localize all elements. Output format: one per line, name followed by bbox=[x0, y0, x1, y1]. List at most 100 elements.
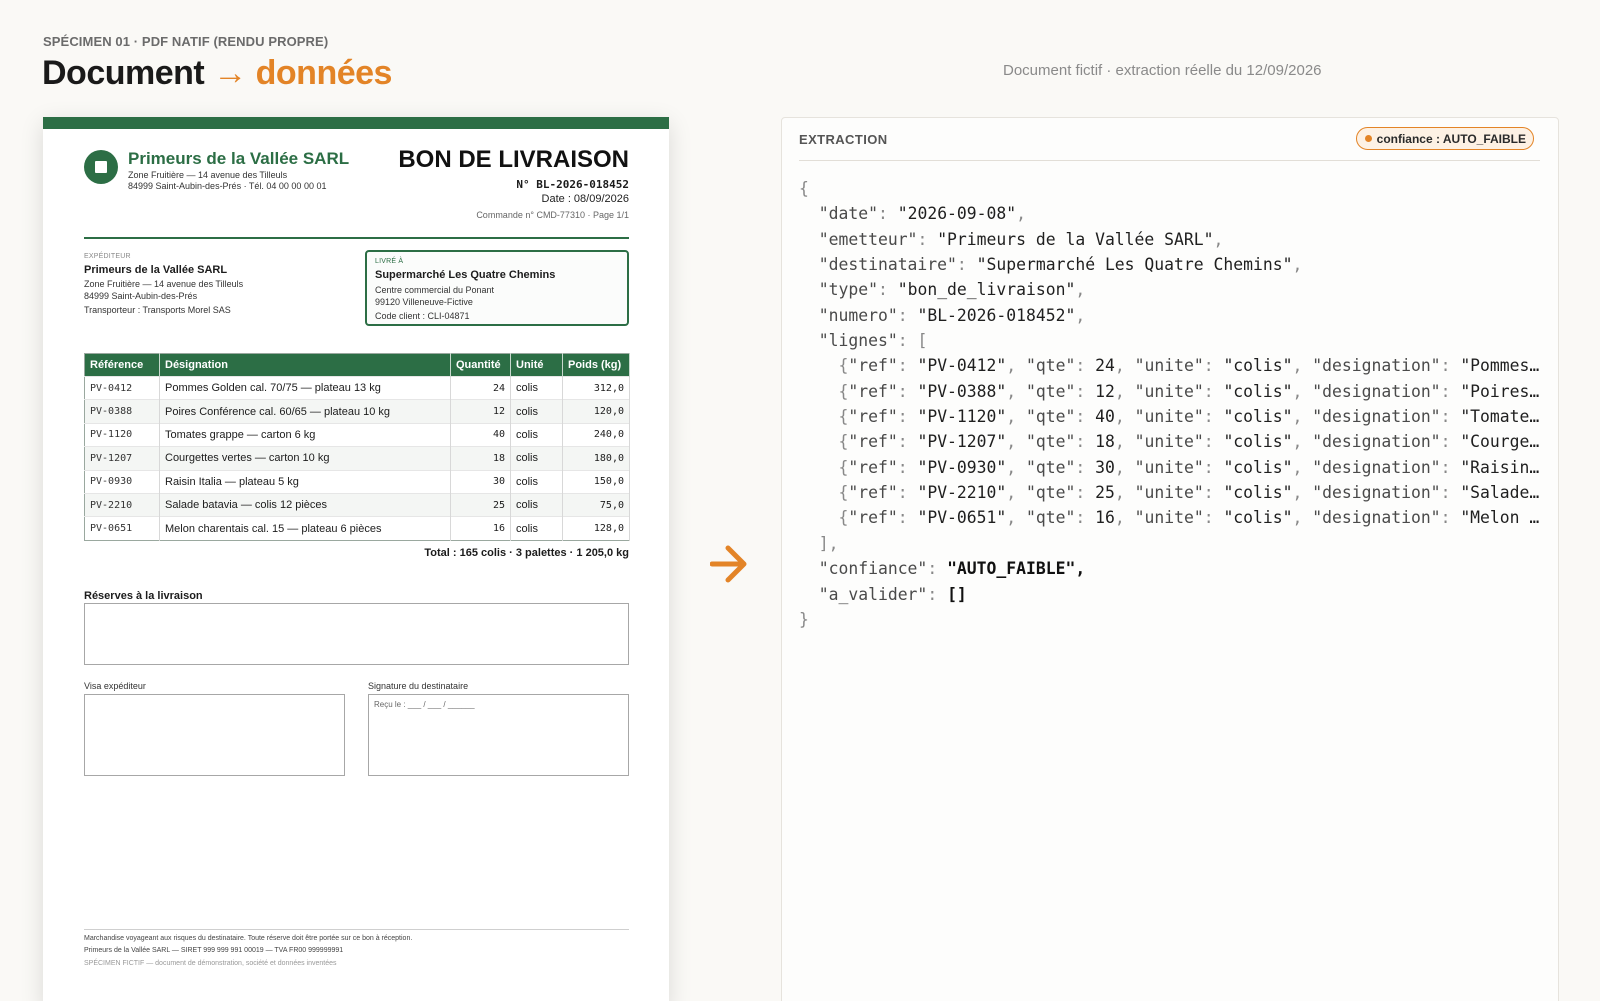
cell-designation: Salade batavia — colis 12 pièces bbox=[159, 492, 451, 517]
sender-visa-label: Visa expéditeur bbox=[84, 681, 146, 691]
page-note: Document fictif · extraction réelle du 1… bbox=[1003, 62, 1322, 79]
recipient-label: LIVRÉ À bbox=[375, 258, 404, 265]
table-row: PV-0388 Poires Conférence cal. 60/65 — p… bbox=[84, 399, 630, 424]
carrier-info: Transporteur : Transports Morel SAS bbox=[84, 305, 231, 315]
cell-unit: colis bbox=[510, 446, 563, 471]
column-header: Désignation bbox=[159, 353, 451, 377]
code-line-item: {"ref": "PV-2210", "qte": 25, "unite": "… bbox=[838, 483, 1540, 503]
cell-weight: 312,0 bbox=[562, 375, 630, 400]
code-line-date: "date": "2026-09-08", bbox=[818, 204, 1027, 224]
code-line-type: "type": "bon_de_livraison", bbox=[818, 280, 1086, 300]
document-number: N° BL-2026-018452 bbox=[516, 178, 629, 191]
confidence-badge: confiance : AUTO_FAIBLE bbox=[1355, 127, 1534, 150]
cell-unit: colis bbox=[510, 492, 563, 517]
header-divider bbox=[84, 237, 629, 239]
table-row: PV-2210 Salade batavia — colis 12 pièces… bbox=[84, 492, 630, 517]
transform-arrow-icon bbox=[710, 545, 747, 583]
items-table: Référence Désignation Quantité Unité Poi… bbox=[84, 353, 630, 541]
cell-quantity: 25 bbox=[450, 492, 511, 517]
cell-weight: 120,0 bbox=[562, 399, 630, 424]
table-row: PV-1120 Tomates grappe — carton 6 kg 40 … bbox=[84, 422, 630, 447]
cell-unit: colis bbox=[510, 375, 563, 400]
code-line-lignes: "lignes": [ bbox=[818, 331, 928, 351]
cell-weight: 75,0 bbox=[562, 492, 630, 517]
sender-label: EXPÉDITEUR bbox=[84, 253, 131, 260]
client-code: Code client : CLI-04871 bbox=[375, 311, 470, 321]
cell-unit: colis bbox=[510, 399, 563, 424]
recipient-address: Centre commercial du Ponant bbox=[375, 285, 495, 295]
code-line-destinataire: "destinataire": "Supermarché Les Quatre … bbox=[818, 255, 1303, 275]
document-title: BON DE LIVRAISON bbox=[398, 146, 629, 173]
recipient-signature-box: Reçu le : ___ / ___ / ______ bbox=[368, 694, 629, 776]
company-city-phone: 84999 Saint-Aubin-des-Prés · Tél. 04 00 … bbox=[128, 181, 327, 191]
delivery-note-document: Primeurs de la Vallée SARL Zone Fruitièr… bbox=[43, 117, 669, 1001]
column-header: Poids (kg) bbox=[562, 353, 630, 377]
code-line-item: {"ref": "PV-0930", "qte": 30, "unite": "… bbox=[838, 457, 1540, 477]
sender-name: Primeurs de la Vallée SARL bbox=[84, 264, 228, 276]
company-logo-icon bbox=[84, 150, 118, 184]
code-line-item: {"ref": "PV-0388", "qte": 12, "unite": "… bbox=[838, 381, 1540, 401]
cell-reference: PV-0651 bbox=[84, 516, 160, 541]
table-row: PV-0412 Pommes Golden cal. 70/75 — plate… bbox=[84, 375, 630, 400]
title-part-donnees: données bbox=[255, 54, 393, 92]
page-kicker: SPÉCIMEN 01 · PDF NATIF (RENDU PROPRE) bbox=[43, 34, 329, 49]
cell-reference: PV-0412 bbox=[84, 375, 160, 400]
reserves-title: Réserves à la livraison bbox=[84, 590, 203, 602]
cell-reference: PV-0388 bbox=[84, 399, 160, 424]
cell-weight: 180,0 bbox=[562, 446, 630, 471]
title-part-document: Document bbox=[42, 54, 205, 92]
confidence-badge-label: confiance : AUTO_FAIBLE bbox=[1376, 131, 1526, 146]
extracted-json-code: { "date": "2026-09-08", "emetteur": "Pri… bbox=[799, 176, 1541, 632]
cell-reference: PV-2210 bbox=[84, 492, 160, 517]
code-line-emetteur: "emetteur": "Primeurs de la Vallée SARL"… bbox=[818, 229, 1224, 249]
cell-designation: Courgettes vertes — carton 10 kg bbox=[159, 446, 451, 471]
cell-unit: colis bbox=[510, 422, 563, 447]
code-line-numero: "numero": "BL-2026-018452", bbox=[818, 305, 1086, 325]
cell-designation: Melon charentais cal. 15 — plateau 6 piè… bbox=[159, 516, 451, 541]
cell-reference: PV-0930 bbox=[84, 469, 160, 494]
cell-quantity: 18 bbox=[450, 446, 511, 471]
document-date: Date : 08/09/2026 bbox=[541, 193, 629, 205]
recipient-signature-label: Signature du destinataire bbox=[368, 681, 469, 691]
cell-reference: PV-1120 bbox=[84, 422, 160, 447]
totals-line: Total : 165 colis · 3 palettes · 1 205,0… bbox=[424, 547, 629, 559]
cell-designation: Raisin Italia — plateau 5 kg bbox=[159, 469, 451, 494]
code-line-item: {"ref": "PV-1207", "qte": 18, "unite": "… bbox=[838, 432, 1540, 452]
code-line-open: { bbox=[799, 179, 809, 198]
code-line-confiance: "confiance": "AUTO_FAIBLE", bbox=[818, 559, 1086, 579]
table-header-row: Référence Désignation Quantité Unité Poi… bbox=[84, 353, 630, 377]
cell-weight: 128,0 bbox=[562, 516, 630, 541]
cell-reference: PV-1207 bbox=[84, 446, 160, 471]
column-header: Unité bbox=[510, 353, 563, 377]
cell-unit: colis bbox=[510, 469, 563, 494]
company-name: Primeurs de la Vallée SARL bbox=[128, 149, 350, 168]
title-arrow-icon: → bbox=[213, 54, 247, 92]
cell-weight: 240,0 bbox=[562, 422, 630, 447]
panel-divider bbox=[799, 160, 1540, 161]
sender-address: Zone Fruitière — 14 avenue des Tilleuls bbox=[84, 279, 244, 289]
code-line-lignes-close: ], bbox=[818, 533, 839, 553]
received-date-line: Reçu le : ___ / ___ / ______ bbox=[374, 700, 475, 709]
recipient-city: 99120 Villeneuve-Fictive bbox=[375, 297, 473, 307]
table-row: PV-0651 Melon charentais cal. 15 — plate… bbox=[84, 516, 630, 541]
sender-city: 84999 Saint-Aubin-des-Prés bbox=[84, 291, 198, 301]
reserves-box bbox=[84, 603, 629, 665]
column-header: Référence bbox=[84, 353, 160, 377]
order-and-page: Commande n° CMD-77310 · Page 1/1 bbox=[476, 210, 629, 220]
recipient-box: LIVRÉ À Supermarché Les Quatre Chemins C… bbox=[365, 250, 629, 326]
status-dot-icon bbox=[1364, 135, 1372, 142]
code-line-item: {"ref": "PV-1120", "qte": 40, "unite": "… bbox=[838, 407, 1540, 427]
footer-divider bbox=[84, 929, 629, 930]
extraction-panel: EXTRACTION confiance : AUTO_FAIBLE { "da… bbox=[781, 117, 1559, 1001]
table-row: PV-0930 Raisin Italia — plateau 5 kg 30 … bbox=[84, 469, 630, 494]
company-address: Zone Fruitière — 14 avenue des Tilleuls bbox=[128, 170, 288, 180]
cell-quantity: 24 bbox=[450, 375, 511, 400]
code-line-item: {"ref": "PV-0412", "qte": 24, "unite": "… bbox=[838, 356, 1540, 376]
cell-quantity: 30 bbox=[450, 469, 511, 494]
cell-designation: Poires Conférence cal. 60/65 — plateau 1… bbox=[159, 399, 451, 424]
cell-quantity: 16 bbox=[450, 516, 511, 541]
cell-designation: Tomates grappe — carton 6 kg bbox=[159, 422, 451, 447]
code-line-item: {"ref": "PV-0651", "qte": 16, "unite": "… bbox=[838, 508, 1540, 528]
cell-unit: colis bbox=[510, 516, 563, 541]
sender-visa-box bbox=[84, 694, 345, 776]
